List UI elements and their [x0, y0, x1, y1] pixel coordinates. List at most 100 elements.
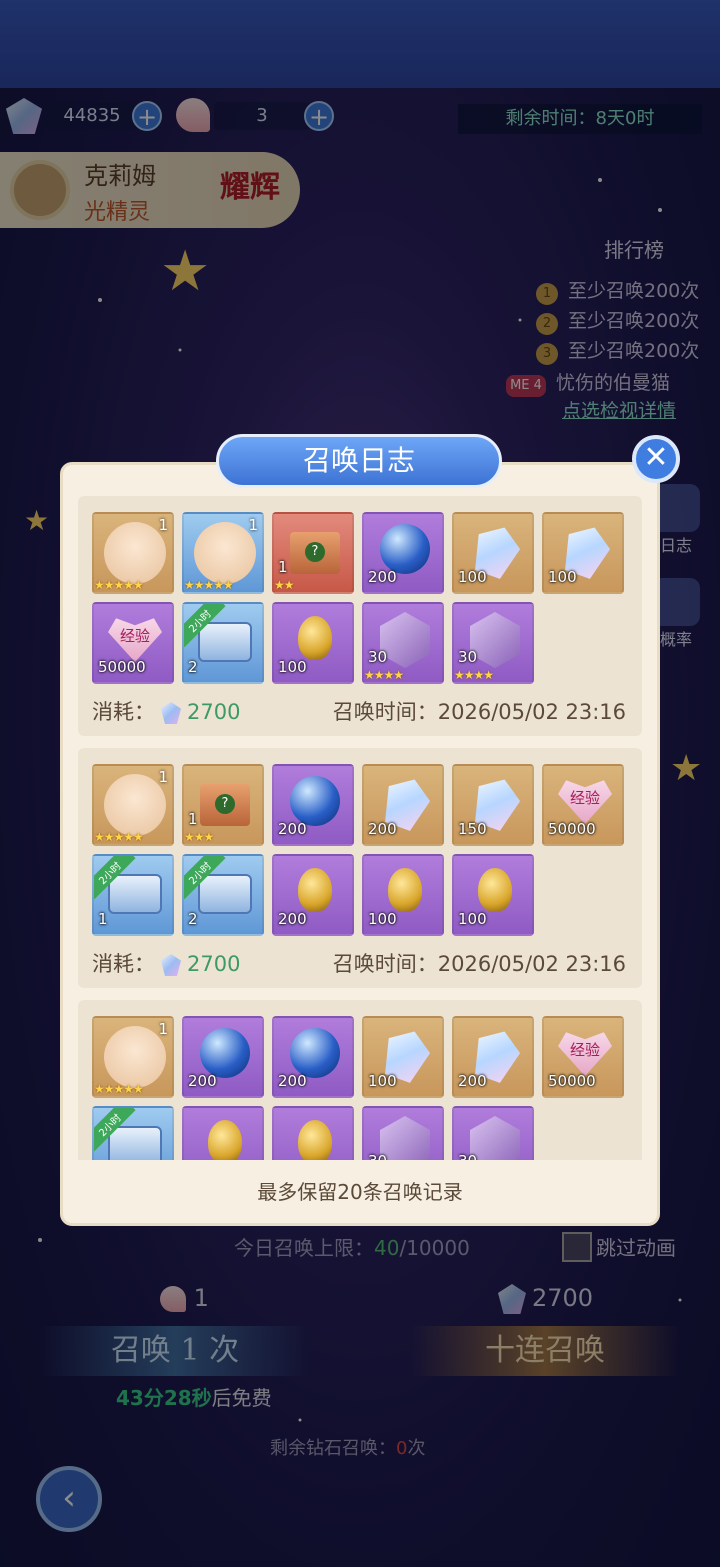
- reward-item[interactable]: 150: [452, 764, 534, 846]
- item-quantity: 100: [458, 568, 487, 586]
- chest-icon: [198, 874, 252, 914]
- heart-icon: 经验: [108, 618, 162, 662]
- reward-item[interactable]: 200: [362, 764, 444, 846]
- orb-icon: [200, 1028, 250, 1078]
- item-quantity: 100: [278, 658, 307, 676]
- reward-item[interactable]: 30 ★★★★: [362, 602, 444, 684]
- reward-item[interactable]: ? 1 ★★★: [182, 764, 264, 846]
- orb-icon: [380, 524, 430, 574]
- box-icon: ?: [290, 532, 340, 574]
- reward-item[interactable]: 2小时 2: [182, 602, 264, 684]
- egg-icon: [388, 868, 422, 912]
- reward-item[interactable]: 100: [452, 854, 534, 936]
- portrait-icon: [104, 774, 166, 836]
- summon-record: 1★★★★★200200100200经验500002小时120010030★★★…: [78, 1000, 642, 1160]
- item-level: 1: [248, 516, 258, 534]
- reward-grid: 1 ★★★★★ 1 ★★★★★? 1 ★★ 200 100 100 经验 50000 2小时 2 100 3…: [92, 512, 642, 684]
- record-meta: 消耗： 2700 召唤时间：2026/05/02 23:16: [92, 696, 642, 726]
- item-quantity: 200: [278, 910, 307, 928]
- reward-item[interactable]: 200: [272, 1016, 354, 1098]
- reward-item[interactable]: 1 ★★★★★: [92, 512, 174, 594]
- item-quantity: 150: [458, 820, 487, 838]
- box-icon: ?: [200, 784, 250, 826]
- cost: 消耗： 2700: [92, 948, 240, 978]
- diamond-icon: [161, 954, 181, 976]
- item-quantity: 50000: [98, 658, 146, 676]
- cost-label: 消耗：: [92, 952, 155, 976]
- item-quantity: 200: [368, 568, 397, 586]
- reward-item[interactable]: 经验 50000: [92, 602, 174, 684]
- summon-time-value: 2026/05/02 23:16: [437, 952, 626, 976]
- reward-item[interactable]: 2小时 2: [182, 854, 264, 936]
- close-button[interactable]: ✕: [632, 435, 680, 483]
- reward-item[interactable]: 经验 50000: [542, 764, 624, 846]
- cost: 消耗： 2700: [92, 696, 240, 726]
- cost-value: 2700: [187, 952, 241, 976]
- reward-item[interactable]: 2小时1: [92, 1106, 174, 1160]
- item-quantity: 100: [458, 910, 487, 928]
- reward-item[interactable]: 200: [272, 854, 354, 936]
- portrait-icon: [104, 522, 166, 584]
- chest-icon: [108, 1126, 162, 1160]
- reward-item[interactable]: 2小时1: [92, 854, 174, 936]
- reward-item[interactable]: 200: [272, 764, 354, 846]
- reward-item[interactable]: 200: [182, 1106, 264, 1160]
- dialog-footer-note: 最多保留20条召唤记录: [257, 1180, 463, 1204]
- item-quantity: 100: [368, 1072, 397, 1090]
- reward-item[interactable]: 1 ★★★★★: [92, 764, 174, 846]
- reward-item[interactable]: 200: [452, 1016, 534, 1098]
- reward-item[interactable]: 100: [272, 1106, 354, 1160]
- summon-time: 召唤时间：2026/05/02 23:16: [333, 696, 626, 726]
- egg-icon: [298, 868, 332, 912]
- reward-item[interactable]: 100: [362, 854, 444, 936]
- reward-item[interactable]: 100: [272, 602, 354, 684]
- heart-icon: 经验: [558, 780, 612, 824]
- summon-time-label: 召唤时间：: [332, 700, 438, 724]
- item-quantity: 1: [188, 810, 198, 828]
- item-quantity: 200: [188, 1072, 217, 1090]
- reward-item[interactable]: 30★★★★: [452, 602, 534, 684]
- item-quantity: 200: [278, 1072, 307, 1090]
- reward-grid: 1★★★★★200200100200经验500002小时120010030★★★…: [92, 1016, 642, 1160]
- record-meta: 消耗： 2700 召唤时间：2026/05/02 23:16: [92, 948, 642, 978]
- summon-time: 召唤时间：2026/05/02 23:16: [333, 948, 626, 978]
- item-quantity: 200: [458, 1072, 487, 1090]
- cube-icon: [470, 612, 520, 668]
- item-level: 1: [158, 516, 168, 534]
- egg-icon: [298, 1120, 332, 1160]
- rarity-stars: ★★★★★: [94, 830, 144, 844]
- rarity-stars: ★★: [274, 578, 294, 592]
- summon-time-label: 召唤时间：: [332, 952, 438, 976]
- item-quantity: 30: [458, 1152, 477, 1160]
- reward-item[interactable]: 200: [362, 512, 444, 594]
- cube-icon: [380, 612, 430, 668]
- item-quantity: 30: [458, 648, 478, 666]
- summon-time-value: 2026/05/02 23:16: [437, 700, 626, 724]
- cube-icon: [470, 1116, 520, 1160]
- reward-item[interactable]: 经验 50000: [542, 1016, 624, 1098]
- cube-icon: [380, 1116, 430, 1160]
- reward-item[interactable]: 200: [182, 1016, 264, 1098]
- orb-icon: [290, 1028, 340, 1078]
- cost-value: 2700: [187, 700, 241, 724]
- reward-item[interactable]: 30★★★★: [362, 1106, 444, 1160]
- reward-item[interactable]: 1 ★★★★★: [92, 1016, 174, 1098]
- dialog-title: 召唤日志: [216, 434, 502, 488]
- item-quantity: 200: [368, 820, 397, 838]
- reward-item[interactable]: 100: [452, 512, 534, 594]
- reward-grid: 1 ★★★★★? 1 ★★★ 200 200 150 经验 50000 2小时 1 2小时 2 200 10…: [92, 764, 642, 936]
- reward-item[interactable]: 100: [362, 1016, 444, 1098]
- reward-item[interactable]: 1 ★★★★★: [182, 512, 264, 594]
- summon-record-list[interactable]: 1 ★★★★★ 1 ★★★★★? 1 ★★ 200 100 100 经验 50000 2小时 2 100 3…: [78, 496, 642, 1160]
- diamond-icon: [161, 702, 181, 724]
- item-quantity: 1: [278, 558, 288, 576]
- summon-record: 1 ★★★★★ 1 ★★★★★? 1 ★★ 200 100 100 经验 50000 2小时 2 100 3…: [78, 496, 642, 736]
- heart-icon: 经验: [558, 1032, 612, 1076]
- reward-item[interactable]: 30★★★★: [452, 1106, 534, 1160]
- item-quantity: 30: [368, 648, 388, 666]
- rarity-stars: ★★★★: [364, 668, 404, 682]
- reward-item[interactable]: ? 1 ★★: [272, 512, 354, 594]
- egg-icon: [478, 868, 512, 912]
- reward-item[interactable]: 100: [542, 512, 624, 594]
- chest-icon: [198, 622, 252, 662]
